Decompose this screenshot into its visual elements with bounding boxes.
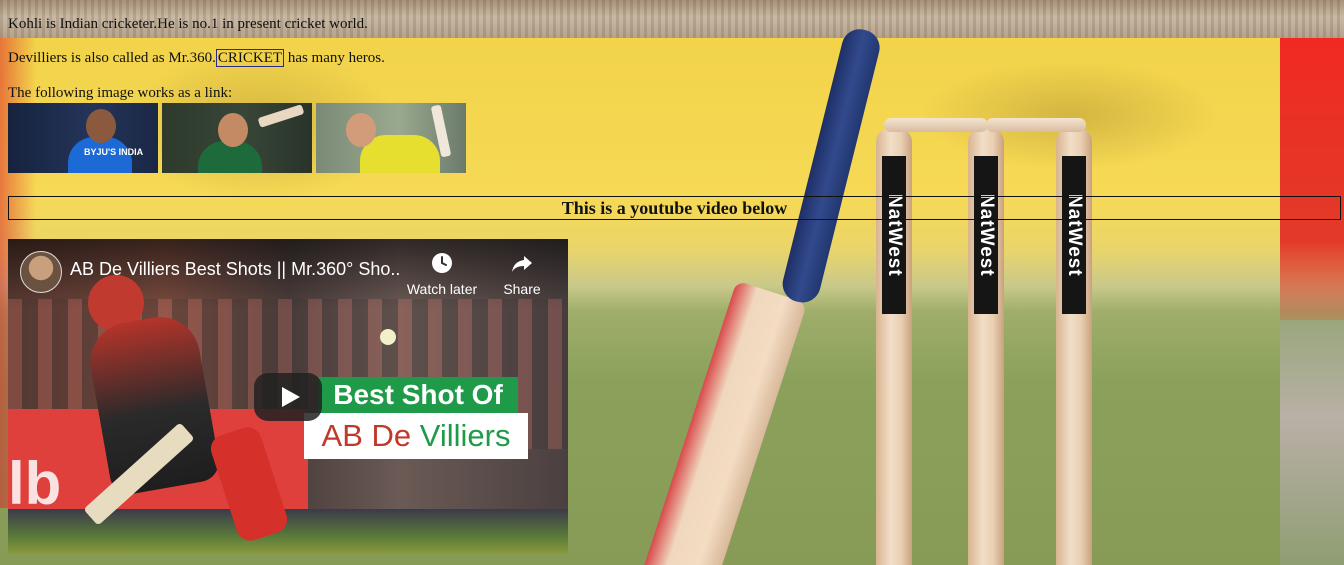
cricket-link[interactable]: CRICKET [215, 49, 285, 67]
player-head [86, 109, 116, 143]
video-section-heading: This is a youtube video below [8, 196, 1341, 220]
share-label: Share [503, 281, 541, 297]
page-content: Kohli is Indian cricketer.He is no.1 in … [0, 0, 1344, 565]
player-image-links: BYJU'S INDIA [8, 103, 466, 173]
kohli-image-link[interactable]: BYJU'S INDIA [8, 103, 158, 173]
watch-later-button[interactable]: Watch later [404, 251, 480, 297]
share-button[interactable]: Share [498, 251, 546, 297]
raised-bat [257, 104, 305, 128]
share-arrow-icon [512, 256, 532, 272]
clock-icon [432, 253, 452, 273]
jersey-sponsor-text: BYJU'S INDIA [84, 147, 144, 157]
image-link-caption: The following image works as a link: [8, 85, 233, 101]
youtube-video-embed[interactable]: lb AB De Villiers Best Shots || Mr.360° … [8, 239, 568, 554]
video-banner-name-first: AB De [321, 418, 420, 453]
player-head [218, 113, 248, 147]
kohli-text: Kohli is Indian cricketer.He is no.1 in … [8, 16, 368, 32]
video-title-bar: AB De Villiers Best Shots || Mr.360° Sho… [8, 239, 568, 301]
channel-avatar[interactable] [20, 251, 62, 293]
warner-image-link[interactable] [316, 103, 466, 173]
video-title[interactable]: AB De Villiers Best Shots || Mr.360° Sho… [70, 259, 400, 280]
video-banner-bottom: AB De Villiers [304, 413, 528, 459]
player-head [346, 113, 376, 147]
video-ball [380, 329, 396, 345]
video-banner-top: Best Shot Of [318, 377, 518, 413]
video-board-logo: lb [8, 450, 62, 517]
watch-later-label: Watch later [406, 281, 478, 297]
devilliers-image-link[interactable] [162, 103, 312, 173]
devilliers-text-end: has many heros. [284, 50, 385, 66]
video-banner-name-last: Villiers [419, 418, 511, 453]
devilliers-text: Devilliers is also called as Mr.360. CRIC… [8, 49, 385, 67]
devilliers-text-start: Devilliers is also called as Mr.360. [8, 50, 216, 66]
play-button[interactable] [254, 373, 322, 421]
